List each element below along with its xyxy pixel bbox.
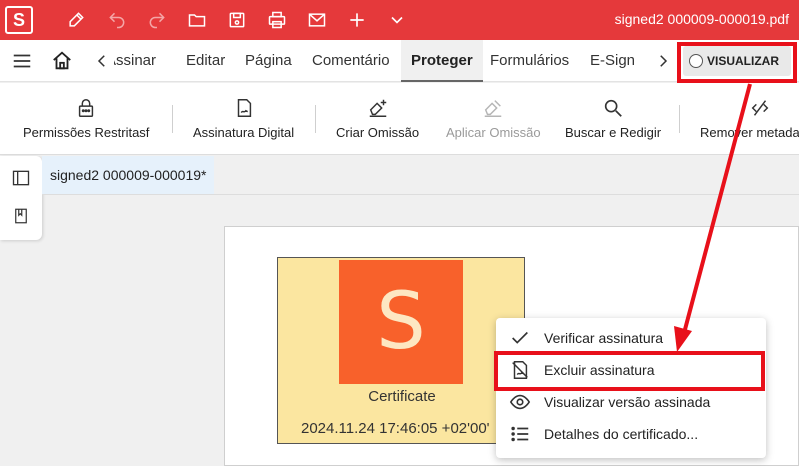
hamburger-icon[interactable] <box>10 49 34 73</box>
undo-icon[interactable] <box>105 8 129 32</box>
sidebar-toggle-icon[interactable] <box>11 168 31 188</box>
open-folder-icon[interactable] <box>185 8 209 32</box>
title-bar: S signed2 000009-000019.pdf <box>0 0 799 40</box>
tool-label: Remover metadados <box>700 125 799 140</box>
list-icon <box>511 426 529 442</box>
remove-metadata-button[interactable]: Remover metadados <box>700 83 799 155</box>
tab-assinar[interactable]: Assinar <box>114 40 156 82</box>
separator <box>315 105 316 133</box>
highlight-box-view <box>677 42 797 83</box>
chevron-right-icon[interactable] <box>651 49 675 73</box>
signature-field[interactable]: S Certificate 2024.11.24 17:46:05 +02'00… <box>277 257 525 444</box>
redo-icon[interactable] <box>145 8 169 32</box>
bookmark-icon[interactable] <box>11 206 31 226</box>
highlight-box-delete <box>494 351 765 391</box>
app-logo: S <box>5 6 33 34</box>
tool-label: Assinatura Digital <box>193 125 295 140</box>
tab-formularios[interactable]: Formulários <box>490 40 569 82</box>
apply-redaction-button[interactable]: Aplicar Omissão <box>446 83 541 155</box>
separator <box>172 105 173 133</box>
remove-metadata-icon <box>751 100 769 116</box>
divider <box>42 194 799 195</box>
print-icon[interactable] <box>265 8 289 32</box>
eye-icon <box>509 394 531 410</box>
certificate-logo: S <box>339 260 463 384</box>
tab-editar[interactable]: Editar <box>186 40 225 82</box>
chevron-left-icon[interactable] <box>90 49 114 73</box>
menu-item-verify-signature[interactable]: Verificar assinatura <box>496 322 766 354</box>
tab-comentario[interactable]: Comentário <box>312 40 390 82</box>
check-icon <box>512 331 528 344</box>
search-redact-button[interactable]: Buscar e Redigir <box>565 83 661 155</box>
restricted-permissions-button[interactable]: Permissões Restritasf <box>23 83 149 155</box>
separator <box>679 105 680 133</box>
plus-icon[interactable] <box>345 8 369 32</box>
mail-icon[interactable] <box>305 8 329 32</box>
certificate-title: Certificate <box>368 388 436 405</box>
tab-proteger[interactable]: Proteger <box>401 40 483 82</box>
home-icon[interactable] <box>50 49 74 73</box>
protect-toolbar: Permissões Restritasf Assinatura Digital… <box>0 83 799 155</box>
document-tab[interactable]: signed2 000009-000019* <box>42 156 214 194</box>
menu-item-certificate-details[interactable]: Detalhes do certificado... <box>496 418 766 450</box>
tool-label: Permissões Restritasf <box>23 125 150 140</box>
certificate-date: 2024.11.24 17:46:05 +02'00' <box>301 420 490 437</box>
digital-signature-button[interactable]: Assinatura Digital <box>193 83 294 155</box>
left-side-panel <box>0 156 42 240</box>
eraser-plus-icon <box>369 99 386 117</box>
tab-esign[interactable]: E-Sign <box>590 40 635 82</box>
pen-icon[interactable] <box>64 8 88 32</box>
create-redaction-button[interactable]: Criar Omissão <box>336 83 419 155</box>
lock-icon <box>79 99 94 117</box>
file-name: signed2 000009-000019.pdf <box>614 11 789 27</box>
tool-label: Criar Omissão <box>336 125 420 140</box>
chevron-down-icon[interactable] <box>385 8 409 32</box>
search-icon <box>604 99 622 117</box>
save-icon[interactable] <box>225 8 249 32</box>
eraser-icon <box>485 100 502 117</box>
tool-label: Buscar e Redigir <box>565 125 662 140</box>
tool-label: Aplicar Omissão <box>446 125 541 140</box>
document-signature-icon <box>237 99 251 117</box>
tab-pagina[interactable]: Página <box>245 40 292 82</box>
